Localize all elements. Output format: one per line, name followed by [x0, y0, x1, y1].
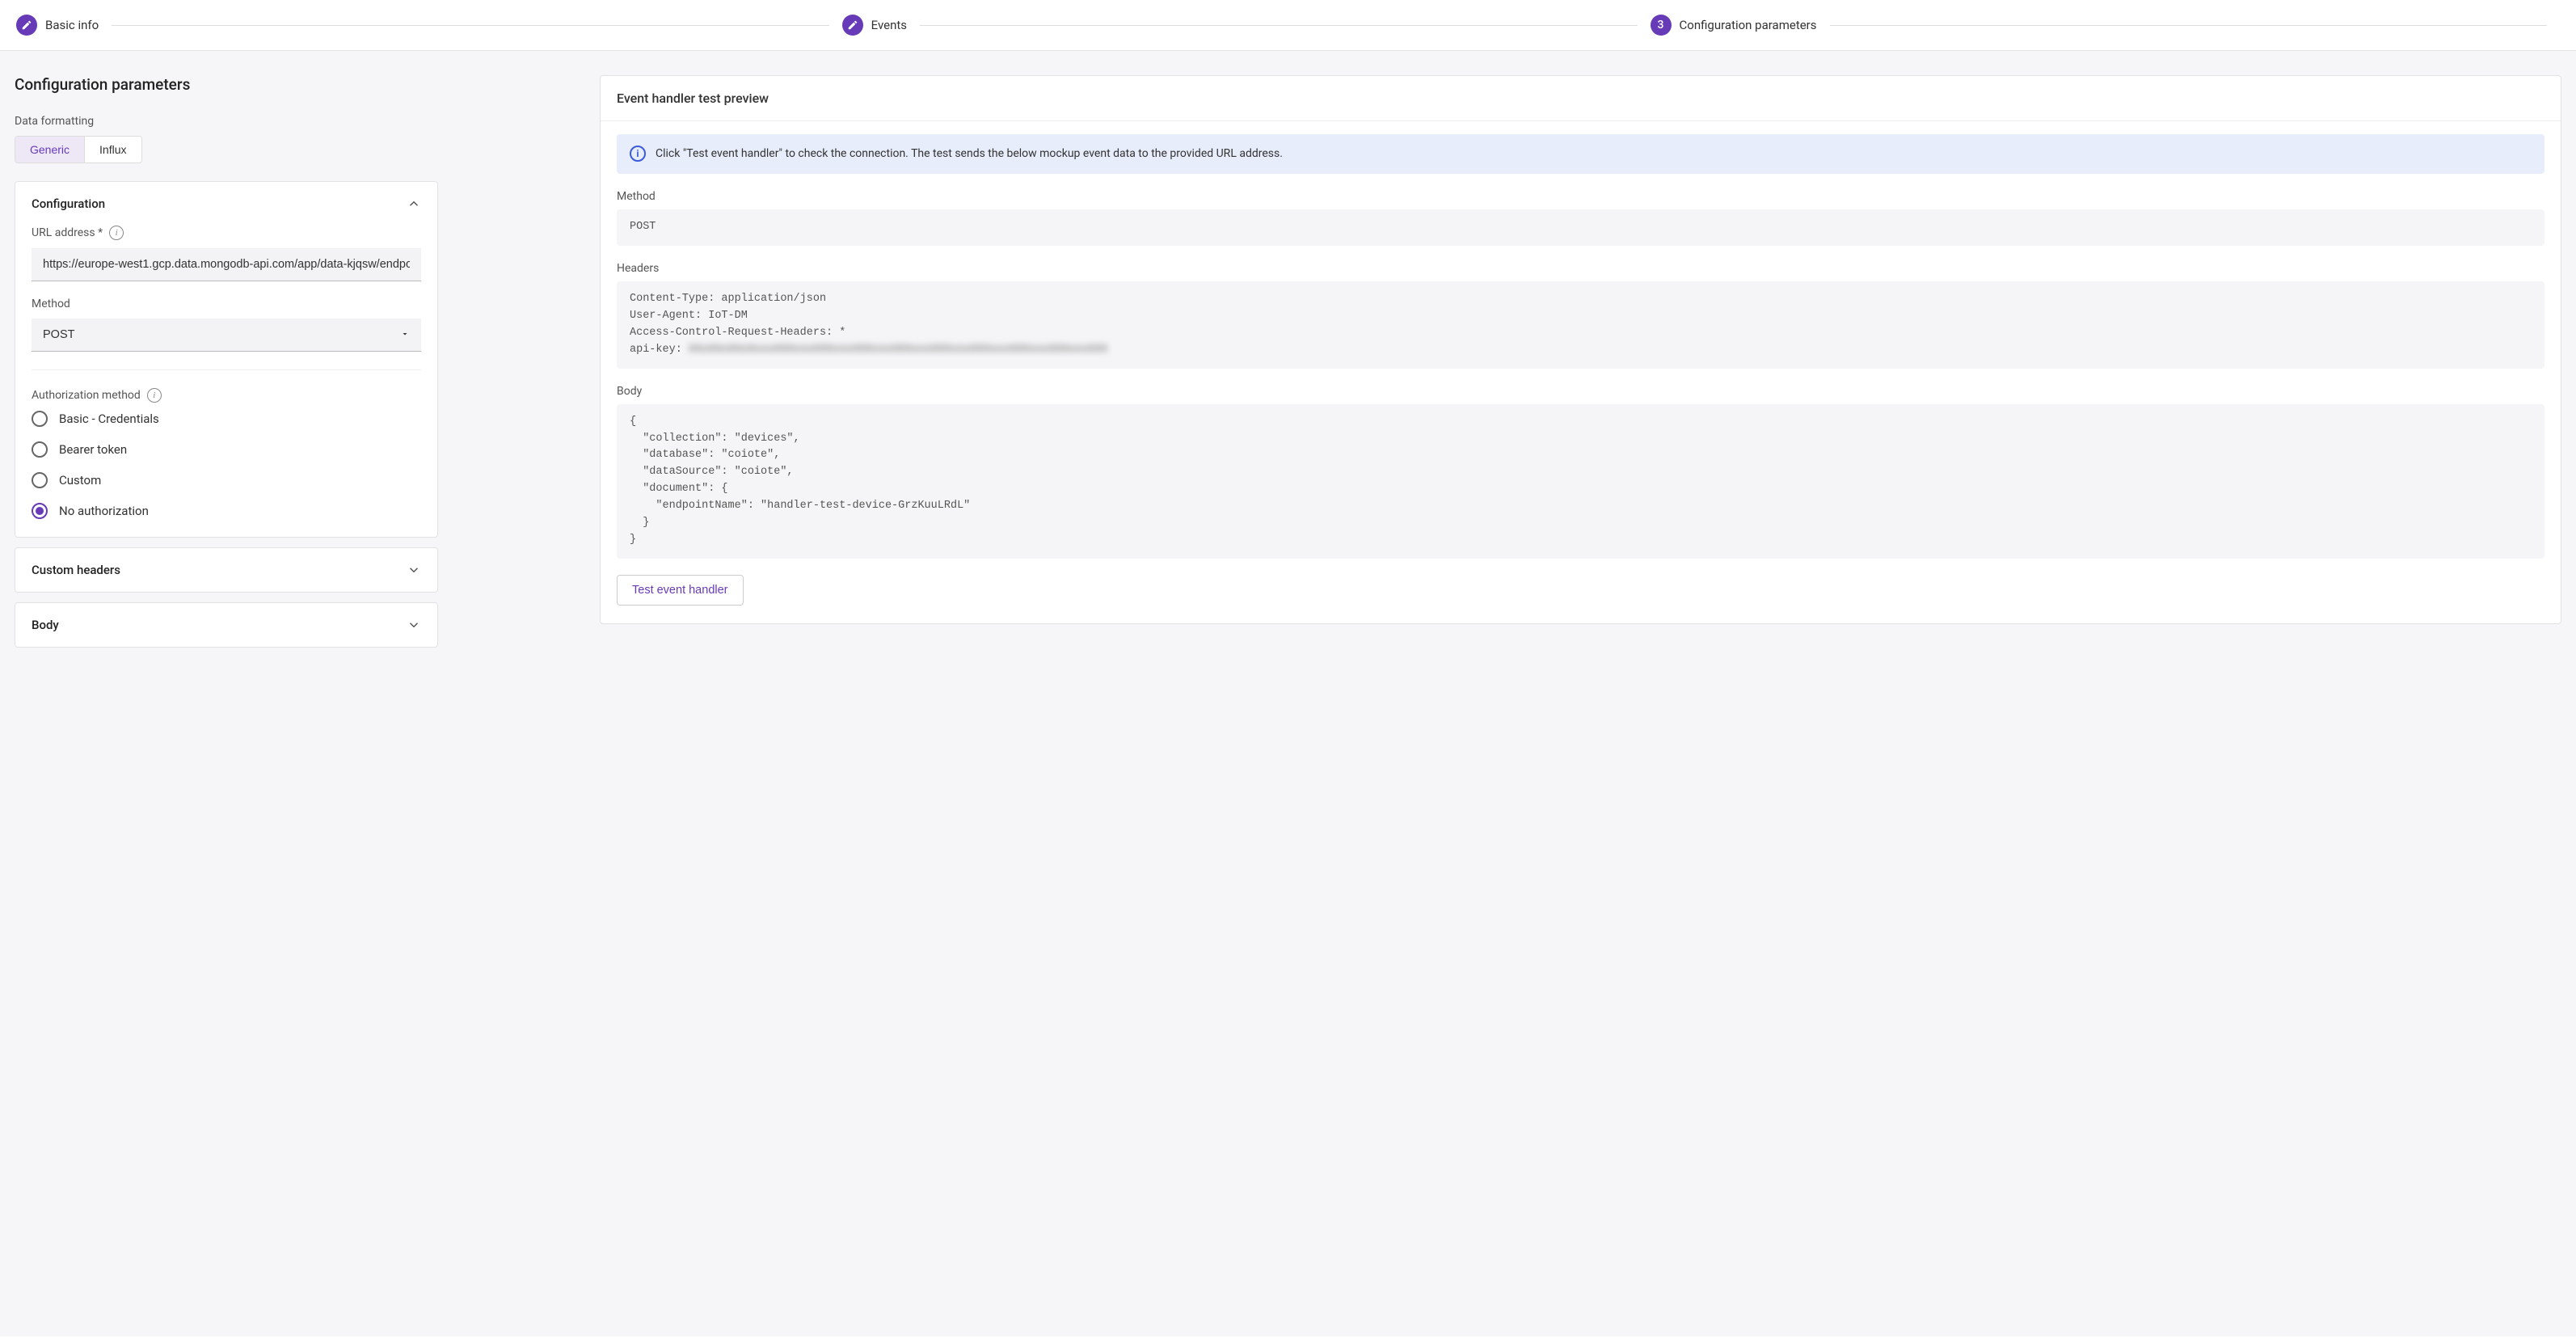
chevron-up-icon [407, 196, 421, 211]
preview-method-label: Method [617, 190, 2544, 203]
edit-icon [842, 15, 863, 36]
url-address-label-text: URL address * [32, 226, 103, 239]
toggle-generic[interactable]: Generic [15, 137, 84, 163]
page-title: Configuration parameters [15, 75, 438, 94]
radio-icon [32, 441, 48, 458]
divider [32, 369, 421, 370]
preview-headers-label: Headers [617, 262, 2544, 275]
radio-icon [32, 472, 48, 488]
body-panel-header[interactable]: Body [15, 603, 437, 647]
step-number-icon: 3 [1651, 15, 1672, 36]
auth-method-label: Authorization method i [32, 388, 421, 403]
preview-title: Event handler test preview [601, 76, 2561, 121]
url-address-input[interactable] [32, 248, 421, 281]
radio-no-authorization[interactable]: No authorization [32, 503, 421, 519]
info-icon[interactable]: i [109, 226, 124, 240]
chevron-down-icon [407, 618, 421, 632]
radio-icon [32, 503, 48, 519]
panel-title: Custom headers [32, 563, 120, 577]
step-label: Basic info [45, 18, 99, 32]
step-label: Configuration parameters [1680, 18, 1817, 32]
auth-radio-group: Basic - Credentials Bearer token Custom … [32, 411, 421, 519]
radio-label: No authorization [59, 504, 149, 518]
panel-title: Body [32, 618, 59, 632]
preview-headers-value: Content-Type: application/json User-Agen… [617, 281, 2544, 369]
step-label: Events [871, 18, 907, 32]
info-icon: i [630, 146, 646, 162]
step-configuration-parameters[interactable]: 3 Configuration parameters [1651, 15, 1817, 36]
configuration-panel-header[interactable]: Configuration [15, 182, 437, 226]
info-icon[interactable]: i [147, 388, 162, 403]
preview-card: Event handler test preview i Click "Test… [600, 75, 2561, 624]
radio-icon [32, 411, 48, 427]
info-banner: i Click "Test event handler" to check th… [617, 134, 2544, 174]
method-select[interactable] [32, 319, 421, 352]
step-events[interactable]: Events [842, 15, 907, 36]
radio-label: Basic - Credentials [59, 412, 159, 426]
configuration-panel: Configuration URL address * i Method [15, 181, 438, 538]
chevron-down-icon [407, 563, 421, 577]
data-formatting-label: Data formatting [15, 115, 438, 128]
edit-icon [16, 15, 37, 36]
radio-custom[interactable]: Custom [32, 472, 421, 488]
step-separator [112, 25, 828, 26]
toggle-influx[interactable]: Influx [84, 137, 141, 163]
preview-method-value: POST [617, 209, 2544, 246]
step-basic-info[interactable]: Basic info [16, 15, 99, 36]
preview-body-label: Body [617, 385, 2544, 398]
preview-body-value: { "collection": "devices", "database": "… [617, 404, 2544, 559]
custom-headers-panel: Custom headers [15, 547, 438, 593]
radio-label: Bearer token [59, 442, 127, 457]
auth-method-label-text: Authorization method [32, 389, 141, 402]
test-event-handler-button[interactable]: Test event handler [617, 575, 744, 606]
stepper: Basic info Events 3 Configuration parame… [0, 0, 2576, 51]
data-formatting-toggle: Generic Influx [15, 136, 142, 163]
info-banner-text: Click "Test event handler" to check the … [656, 146, 1283, 163]
custom-headers-panel-header[interactable]: Custom headers [15, 548, 437, 592]
body-panel: Body [15, 602, 438, 648]
panel-title: Configuration [32, 196, 105, 211]
radio-basic-credentials[interactable]: Basic - Credentials [32, 411, 421, 427]
radio-bearer-token[interactable]: Bearer token [32, 441, 421, 458]
method-label: Method [32, 298, 421, 310]
radio-label: Custom [59, 473, 101, 488]
step-separator [1830, 25, 2547, 26]
step-separator [920, 25, 1637, 26]
url-address-label: URL address * i [32, 226, 421, 240]
api-key-redacted: XXxXXxXXxXxxxXXXxxxXXXxxxXXXxxxXXXxxxXXX… [689, 344, 1107, 356]
